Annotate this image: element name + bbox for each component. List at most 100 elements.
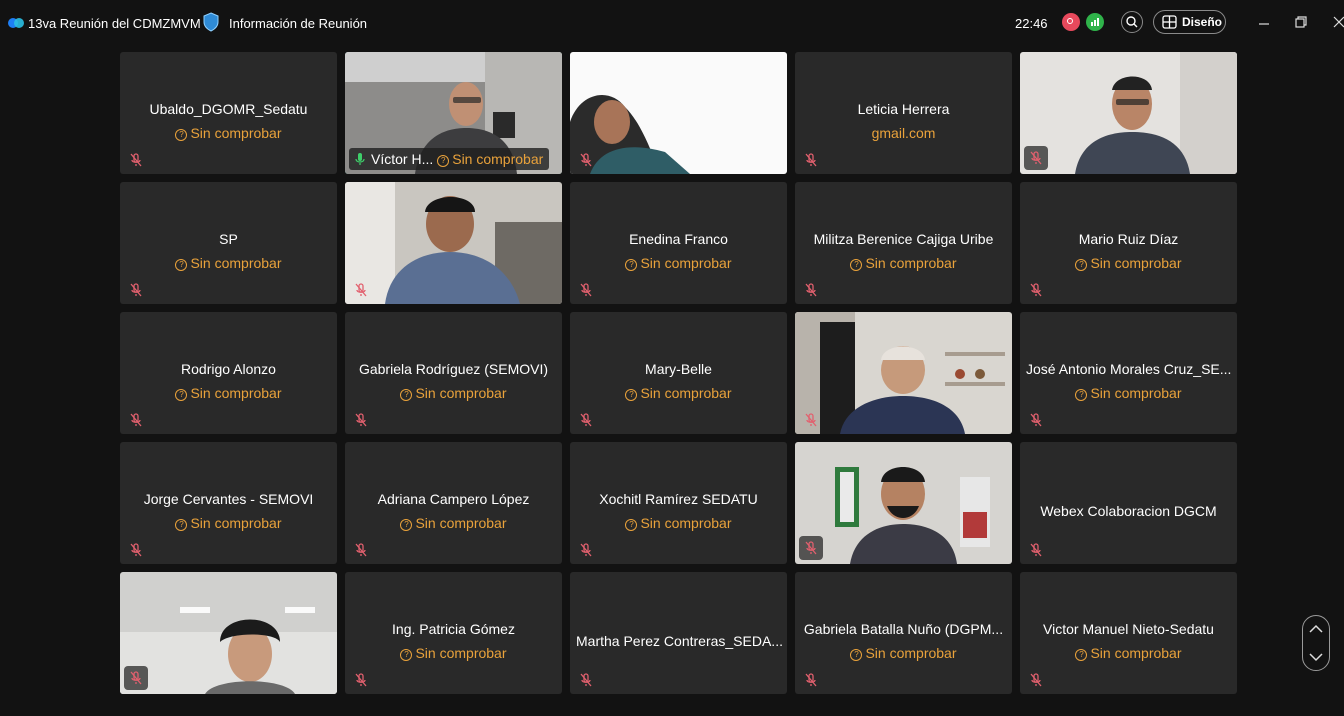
question-icon: ? bbox=[1075, 389, 1088, 401]
participant-video-tile[interactable]: Víctor H... ? Sin comprobar bbox=[345, 52, 562, 174]
participant-status: ? Sin comprobar bbox=[120, 125, 337, 141]
recording-icon[interactable] bbox=[1062, 13, 1080, 31]
minimize-icon[interactable] bbox=[1257, 15, 1271, 29]
participant-name: Webex Colaboracion DGCM bbox=[1040, 503, 1217, 519]
question-icon: ? bbox=[625, 259, 638, 271]
muted-mic-icon bbox=[130, 413, 142, 427]
participant-tile[interactable]: Gabriela Batalla Nuño (DGPM... ? Sin comp… bbox=[795, 572, 1012, 694]
muted-mic-icon bbox=[1030, 673, 1042, 687]
participant-name: Gabriela Batalla Nuño (DGPM... bbox=[803, 621, 1004, 637]
participant-tile[interactable]: Jorge Cervantes - SEMOVI ? Sin comprobar bbox=[120, 442, 337, 564]
participant-tile[interactable]: Mary-Belle ? Sin comprobar bbox=[570, 312, 787, 434]
participant-name: Victor Manuel Nieto-Sedatu bbox=[1043, 621, 1214, 637]
question-icon: ? bbox=[625, 389, 638, 401]
meeting-info-link[interactable]: Información de Reunión bbox=[229, 16, 367, 31]
participant-name: Ubaldo_DGOMR_Sedatu bbox=[149, 101, 308, 117]
participant-status: ? Sin comprobar bbox=[570, 255, 787, 271]
participant-tile[interactable]: Enedina Franco ? Sin comprobar bbox=[570, 182, 787, 304]
muted-mic-icon bbox=[1030, 151, 1042, 165]
participant-video-tile[interactable] bbox=[795, 442, 1012, 564]
participant-video-tile[interactable] bbox=[1020, 52, 1237, 174]
participant-name: Martha Perez Contreras_SEDA... bbox=[576, 633, 783, 649]
muted-mic-icon bbox=[805, 673, 817, 687]
participant-status: ? Sin comprobar bbox=[1020, 255, 1237, 271]
participant-name: José Antonio Morales Cruz_SE... bbox=[1026, 361, 1232, 377]
participant-tile[interactable]: Gabriela Rodríguez (SEMOVI) ? Sin comprob… bbox=[345, 312, 562, 434]
close-icon[interactable] bbox=[1332, 15, 1344, 29]
participant-video bbox=[345, 182, 562, 304]
muted-mic-icon bbox=[580, 283, 592, 297]
chevron-up-icon[interactable] bbox=[1309, 624, 1323, 634]
question-icon: ? bbox=[400, 389, 413, 401]
question-icon: ? bbox=[625, 519, 638, 531]
participant-video bbox=[795, 442, 1012, 564]
muted-mic-icon bbox=[580, 543, 592, 557]
title-bar: 13va Reunión del CDMZMVM Información de … bbox=[0, 0, 1344, 46]
participant-tile[interactable]: Rodrigo Alonzo ? Sin comprobar bbox=[120, 312, 337, 434]
participant-status: ? Sin comprobar bbox=[1020, 645, 1237, 661]
participant-name: Jorge Cervantes - SEMOVI bbox=[143, 491, 314, 507]
maximize-icon[interactable] bbox=[1294, 15, 1308, 29]
participant-tile[interactable]: Xochitl Ramírez SEDATU ? Sin comprobar bbox=[570, 442, 787, 564]
muted-mic-icon bbox=[1030, 283, 1042, 297]
muted-mic-icon bbox=[130, 543, 142, 557]
muted-mic-icon bbox=[355, 283, 367, 297]
participant-tile[interactable]: Ing. Patricia Gómez ? Sin comprobar bbox=[345, 572, 562, 694]
participant-tile[interactable]: Leticia Herrera gmail.com bbox=[795, 52, 1012, 174]
participant-status: ? Sin comprobar bbox=[1020, 385, 1237, 401]
participant-video-tile[interactable] bbox=[570, 52, 787, 174]
meeting-clock: 22:46 bbox=[1015, 16, 1048, 31]
question-icon: ? bbox=[175, 259, 188, 271]
question-icon: ? bbox=[175, 519, 188, 531]
shield-icon[interactable] bbox=[202, 12, 220, 32]
participant-name: Xochitl Ramírez SEDATU bbox=[599, 491, 758, 507]
muted-mic-icon bbox=[1030, 543, 1042, 557]
mic-on-icon bbox=[355, 153, 365, 165]
participant-name: Leticia Herrera bbox=[857, 101, 950, 117]
participant-tile[interactable]: Adriana Campero López ? Sin comprobar bbox=[345, 442, 562, 564]
participant-name: SP bbox=[219, 231, 238, 247]
participant-tile[interactable]: Victor Manuel Nieto-Sedatu ? Sin comproba… bbox=[1020, 572, 1237, 694]
participant-tile[interactable]: Mario Ruiz Díaz ? Sin comprobar bbox=[1020, 182, 1237, 304]
participant-tile[interactable]: Ubaldo_DGOMR_Sedatu ? Sin comprobar bbox=[120, 52, 337, 174]
participant-status: ? Sin comprobar bbox=[570, 385, 787, 401]
participant-video bbox=[795, 312, 1012, 434]
muted-mic-icon bbox=[805, 413, 817, 427]
zoom-icon[interactable] bbox=[1121, 11, 1143, 33]
webex-logo-icon bbox=[8, 18, 24, 28]
participant-name: Adriana Campero López bbox=[377, 491, 530, 507]
muted-mic-badge bbox=[124, 666, 148, 690]
participant-tile[interactable]: José Antonio Morales Cruz_SE... ? Sin com… bbox=[1020, 312, 1237, 434]
muted-mic-icon bbox=[355, 673, 367, 687]
participant-name: Enedina Franco bbox=[629, 231, 728, 247]
muted-mic-icon bbox=[580, 153, 592, 167]
question-icon: ? bbox=[1075, 649, 1088, 661]
participant-tile[interactable]: SP ? Sin comprobar bbox=[120, 182, 337, 304]
layout-button[interactable]: Diseño bbox=[1153, 10, 1226, 34]
participant-video bbox=[120, 572, 337, 694]
participant-tile[interactable]: Martha Perez Contreras_SEDA... bbox=[570, 572, 787, 694]
participant-video-tile[interactable] bbox=[345, 182, 562, 304]
participant-name: Gabriela Rodríguez (SEMOVI) bbox=[358, 361, 549, 377]
participant-name: Rodrigo Alonzo bbox=[181, 361, 276, 377]
participant-tile[interactable]: Webex Colaboracion DGCM bbox=[1020, 442, 1237, 564]
participant-tile[interactable]: Militza Berenice Cajiga Uribe ? Sin compr… bbox=[795, 182, 1012, 304]
muted-mic-badge bbox=[799, 536, 823, 560]
participant-name: Mario Ruiz Díaz bbox=[1078, 231, 1179, 247]
participant-video-tile[interactable] bbox=[120, 572, 337, 694]
muted-mic-icon bbox=[355, 413, 367, 427]
participant-status: ? Sin comprobar bbox=[795, 255, 1012, 271]
participant-video-tile[interactable] bbox=[795, 312, 1012, 434]
muted-mic-icon bbox=[130, 671, 142, 685]
muted-mic-badge bbox=[1024, 146, 1048, 170]
participant-status: ? Sin comprobar bbox=[437, 151, 543, 167]
participant-status: ? Sin comprobar bbox=[345, 385, 562, 401]
muted-mic-icon bbox=[805, 153, 817, 167]
participant-status: ? Sin comprobar bbox=[345, 645, 562, 661]
question-icon: ? bbox=[850, 649, 863, 661]
participant-status: ? Sin comprobar bbox=[795, 645, 1012, 661]
network-icon[interactable] bbox=[1086, 13, 1104, 31]
participant-name: Mary-Belle bbox=[645, 361, 712, 377]
chevron-down-icon[interactable] bbox=[1309, 652, 1323, 662]
participant-name: Ing. Patricia Gómez bbox=[392, 621, 515, 637]
